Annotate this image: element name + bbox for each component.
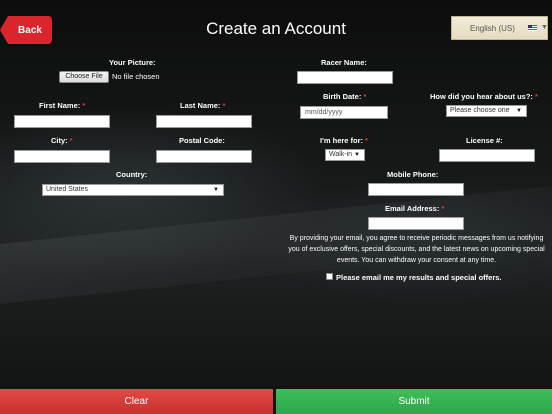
heard-about-select[interactable]: Please choose one ▼ — [446, 105, 527, 117]
required-mark: * — [69, 136, 73, 145]
language-label: English (US) — [470, 23, 515, 33]
chevron-down-icon: ▼ — [516, 108, 522, 114]
heard-about-label: How did you hear about us?: * — [430, 92, 538, 101]
license-label: License #: — [466, 136, 503, 145]
postal-code-field[interactable] — [156, 150, 252, 163]
first-name-field[interactable] — [14, 115, 110, 128]
chevron-down-icon: ▼ — [213, 187, 219, 193]
postal-code-label: Postal Code: — [179, 136, 225, 145]
city-label: City: * — [51, 136, 73, 145]
email-label: Email Address: * — [385, 204, 445, 213]
optin-label: Please email me my results and special o… — [336, 273, 502, 282]
consent-text: By providing your email, you agree to re… — [288, 235, 545, 264]
country-value: United States — [46, 186, 89, 193]
mobile-phone-label: Mobile Phone: — [387, 170, 439, 179]
language-select[interactable]: English (US) ▼ — [451, 16, 548, 40]
optin-checkbox[interactable] — [326, 273, 333, 280]
last-name-field[interactable] — [156, 115, 252, 128]
mobile-phone-field[interactable] — [368, 183, 464, 196]
required-mark: * — [534, 92, 538, 101]
picture-label: Your Picture: — [109, 58, 156, 67]
last-name-label: Last Name: * — [180, 101, 226, 110]
racer-name-label: Racer Name: — [321, 58, 367, 67]
choose-file-button[interactable]: Choose File — [59, 71, 109, 83]
here-for-label: I'm here for: * — [320, 136, 368, 145]
chevron-down-icon: ▼ — [541, 24, 548, 31]
required-mark: * — [441, 204, 445, 213]
here-for-value: Walk-in — [329, 151, 353, 158]
country-label: Country: — [116, 170, 148, 179]
license-field[interactable] — [439, 149, 535, 162]
birth-date-field[interactable]: mm/dd/yyyy — [300, 106, 388, 119]
heard-about-value: Please choose one — [450, 107, 510, 114]
city-field[interactable] — [14, 150, 110, 163]
required-mark: * — [365, 136, 368, 145]
first-name-label: First Name: * — [39, 101, 86, 110]
submit-button[interactable]: Submit — [276, 389, 552, 414]
chevron-down-icon: ▼ — [354, 152, 360, 158]
racer-name-field[interactable] — [297, 71, 393, 84]
us-flag-icon — [528, 25, 537, 31]
required-mark: * — [82, 101, 86, 110]
required-mark: * — [222, 101, 226, 110]
required-mark: * — [363, 92, 367, 101]
email-field[interactable] — [368, 217, 464, 230]
here-for-select[interactable]: Walk-in ▼ — [325, 149, 365, 161]
country-select[interactable]: United States ▼ — [42, 184, 224, 196]
file-status: No file chosen — [112, 72, 160, 81]
clear-button[interactable]: Clear — [0, 389, 273, 414]
birth-date-label: Birth Date: * — [323, 92, 367, 101]
